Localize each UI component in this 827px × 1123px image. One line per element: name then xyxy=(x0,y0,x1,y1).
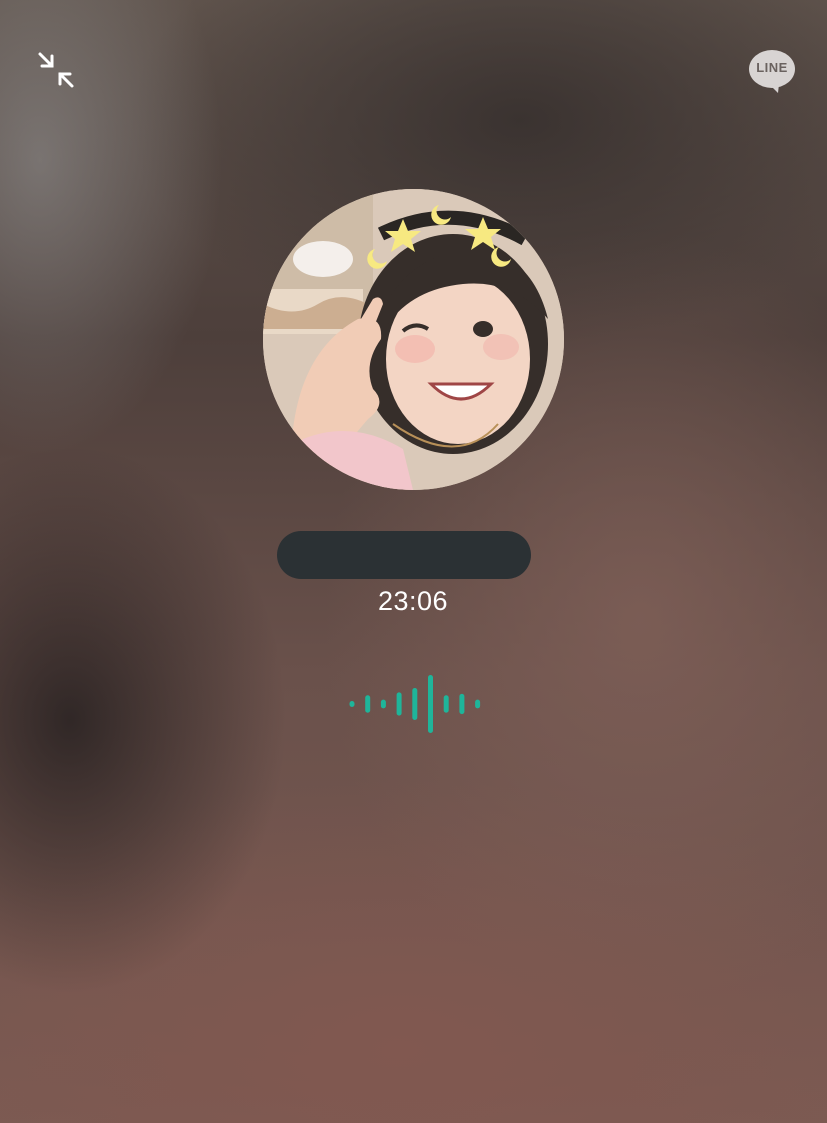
waveform-bar xyxy=(412,688,418,720)
contact-name xyxy=(277,531,531,579)
waveform-bar xyxy=(365,695,371,713)
avatar-photo xyxy=(263,189,564,490)
waveform-bar xyxy=(380,699,386,709)
line-logo-text: LINE xyxy=(756,60,788,75)
contact-avatar[interactable] xyxy=(263,189,564,490)
minimize-arrows-icon xyxy=(38,52,74,88)
voice-call-screen: LINE 23:06 xyxy=(0,0,827,1123)
line-logo: LINE xyxy=(748,49,796,95)
waveform-bar xyxy=(443,695,449,713)
waveform-bar xyxy=(475,699,481,709)
waveform-bar xyxy=(349,701,355,707)
minimize-call-button[interactable] xyxy=(34,48,78,92)
waveform-bar xyxy=(459,693,465,715)
voice-waveform xyxy=(349,675,481,733)
waveform-bar xyxy=(428,675,433,733)
call-timer: 23:06 xyxy=(377,586,449,616)
waveform-bar xyxy=(396,692,402,716)
